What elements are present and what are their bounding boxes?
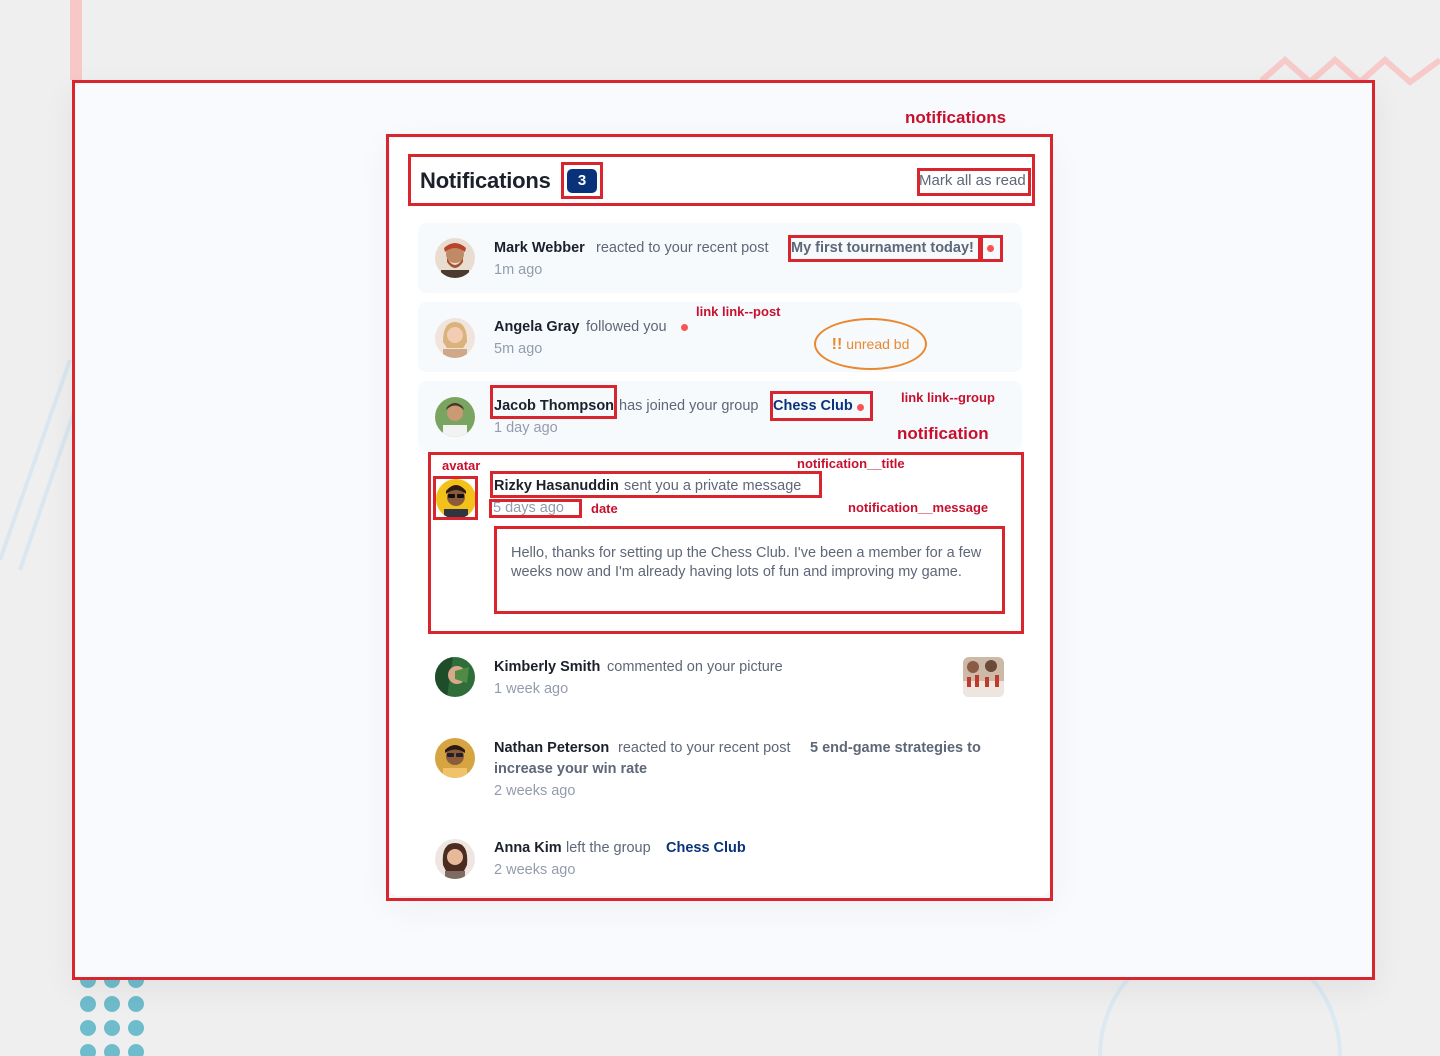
annotation-label-link-group: link link--group [901,390,995,405]
decor-dots [80,972,144,1056]
annotation-label-avatar: avatar [442,458,481,473]
annotation-label-message: notification__message [848,500,989,515]
annotation-box-name [490,385,617,419]
unread-annotation: !! unread bd [814,318,927,370]
decor-lines [0,360,80,571]
unread-annotation-mark: !! [831,336,843,353]
annotation-box-post-link [788,235,981,262]
annotation-label-notifications: notifications [905,108,1007,127]
annotation-label-notification: notification [897,424,989,443]
decor-bar [70,0,82,80]
annotation-box-date [489,499,582,518]
unread-annotation-label: unread bd [846,336,910,352]
annotation-box-group-link [770,391,873,421]
annotation-label-link-post: link link--post [696,304,781,319]
annotation-box-count [561,162,603,199]
annotation-label-date: date [591,501,618,516]
annotation-box-dot [980,235,1003,262]
annotation-label-title: notification__title [797,456,905,471]
annotation-box-title [490,471,822,498]
annotation-box-avatar [433,476,478,520]
annotation-box-mark-all [917,168,1031,196]
